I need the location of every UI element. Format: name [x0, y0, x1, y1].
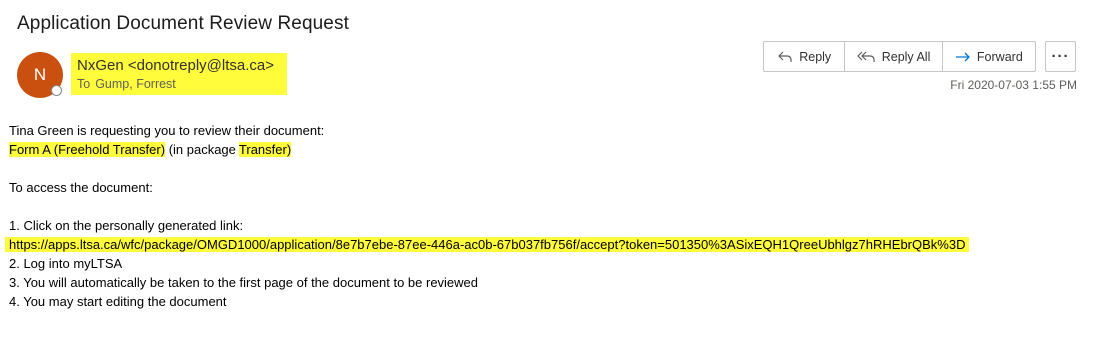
- avatar-initial: N: [33, 65, 47, 84]
- more-icon: ···: [1051, 48, 1070, 65]
- more-actions-button[interactable]: ···: [1045, 41, 1076, 72]
- forward-label: Forward: [976, 49, 1023, 64]
- step-1: 1. Click on the personally generated lin…: [9, 218, 244, 233]
- package-name: Transfer): [238, 142, 292, 157]
- message-body: Tina Green is requesting you to review t…: [5, 121, 970, 311]
- recipient-line: To Gump, Forrest: [77, 77, 176, 91]
- request-line: Tina Green is requesting you to review t…: [9, 123, 325, 138]
- document-line: Form A (Freehold Transfer) (in package Tr…: [9, 140, 969, 159]
- access-heading: To access the document:: [9, 180, 153, 195]
- reply-all-label: Reply All: [881, 49, 931, 64]
- reply-button[interactable]: Reply: [764, 42, 846, 71]
- reply-icon: [778, 51, 792, 62]
- message-action-bar: Reply Reply All Forward: [763, 41, 1036, 72]
- step-2: 2. Log into myLTSA: [9, 256, 123, 271]
- sent-date: Fri 2020-07-03 1:55 PM: [950, 78, 1077, 92]
- step-3: 3. You will automatically be taken to th…: [9, 275, 479, 290]
- recipient-name[interactable]: Gump, Forrest: [95, 77, 176, 91]
- review-link[interactable]: https://apps.ltsa.ca/wfc/package/OMGD100…: [5, 237, 970, 252]
- step-4: 4. You may start editing the document: [9, 294, 227, 309]
- forward-arrow-icon: [955, 52, 970, 61]
- presence-status-icon: [51, 85, 62, 96]
- email-subject: Application Document Review Request: [17, 13, 349, 34]
- sender-name[interactable]: NxGen <donotreply@ltsa.ca>: [77, 57, 274, 74]
- document-name: Form A (Freehold Transfer): [9, 142, 166, 157]
- reply-all-icon: [856, 51, 875, 62]
- in-package-text: (in package: [168, 142, 236, 157]
- to-label: To: [77, 77, 91, 91]
- forward-button[interactable]: Forward: [943, 42, 1035, 71]
- review-link-line: https://apps.ltsa.ca/wfc/package/OMGD100…: [5, 235, 970, 254]
- sender-header: NxGen <donotreply@ltsa.ca> To Gump, Forre…: [71, 53, 287, 95]
- reply-all-button[interactable]: Reply All: [845, 42, 943, 71]
- reply-label: Reply: [799, 49, 832, 64]
